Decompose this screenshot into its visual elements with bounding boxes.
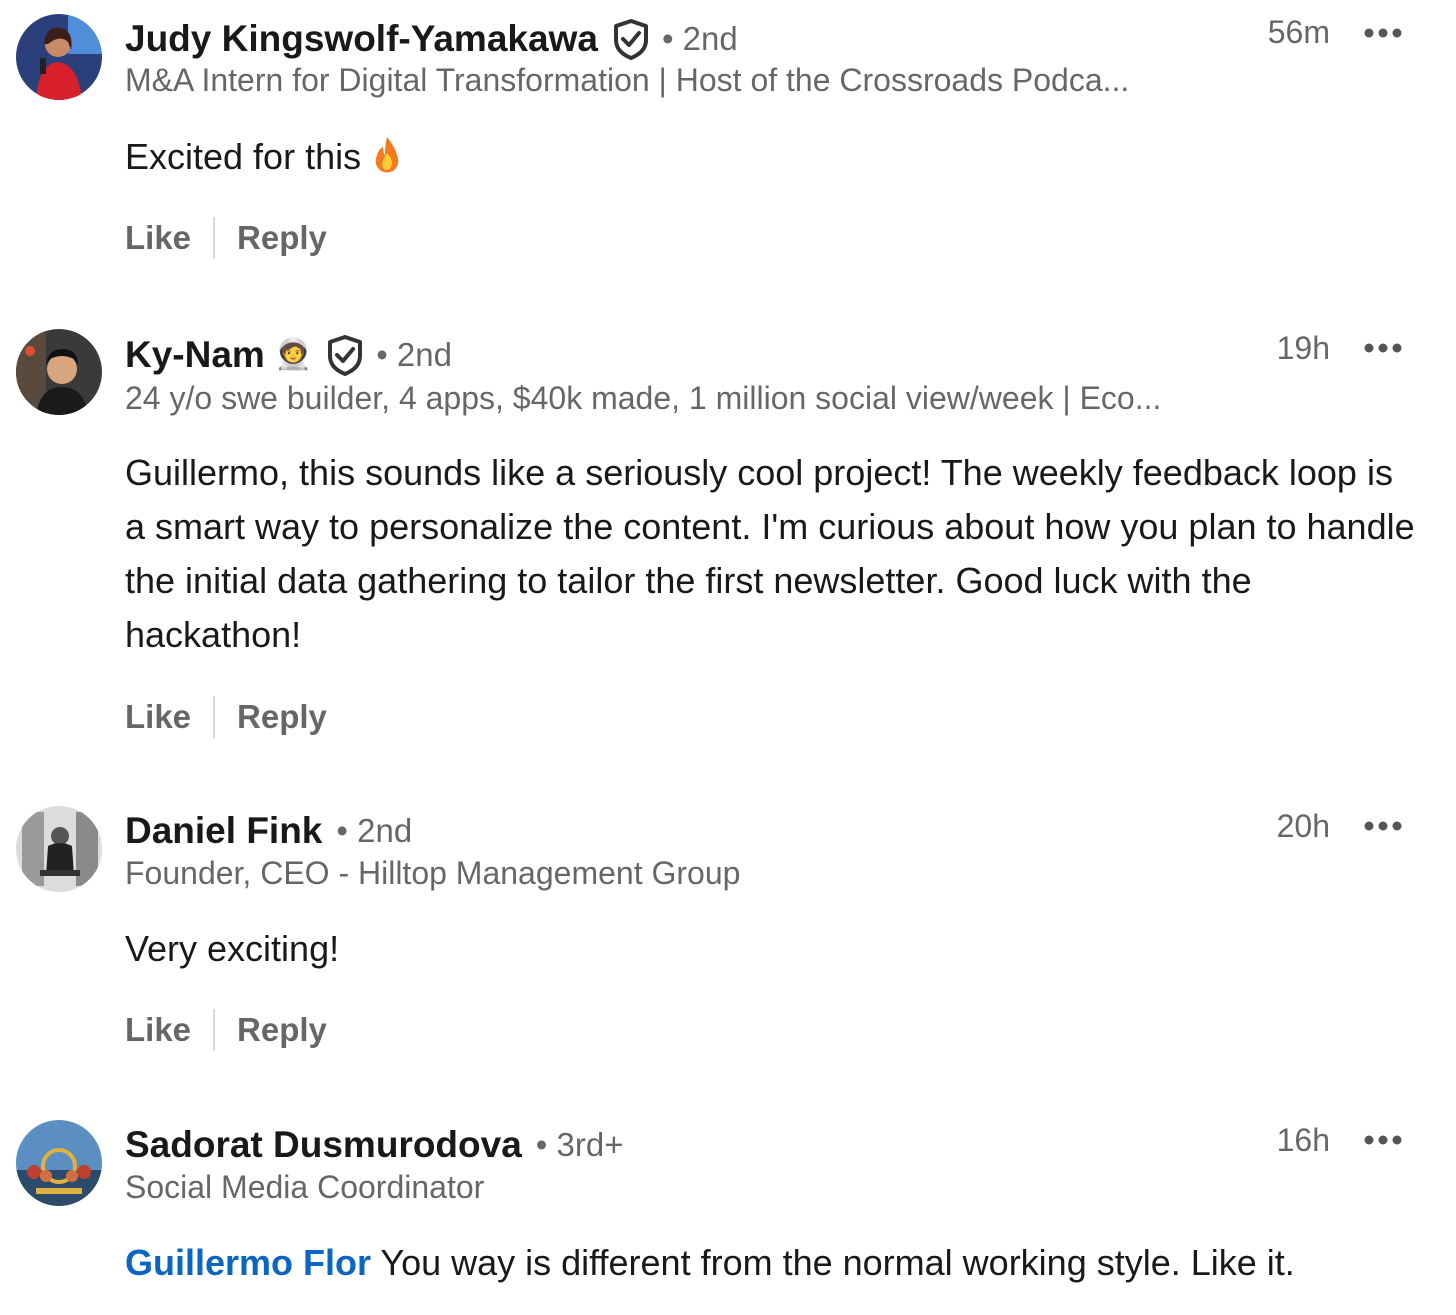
comment-time: 56m — [1267, 14, 1330, 50]
reply-button[interactable]: Reply — [237, 698, 327, 736]
author-name[interactable]: Daniel Fink — [125, 810, 322, 852]
author-headline: Founder, CEO - Hilltop Management Group — [125, 855, 741, 891]
connection-degree: • 2nd — [376, 336, 452, 373]
comment-actions: Like Reply — [125, 216, 327, 260]
connection-degree: • 3rd+ — [535, 1126, 624, 1163]
comment-text: Excited for this — [125, 130, 1415, 184]
avatar[interactable] — [16, 329, 102, 415]
connection-degree: • 2nd — [336, 812, 413, 849]
reply-button[interactable]: Reply — [237, 219, 327, 257]
action-divider — [213, 1009, 216, 1051]
comment-actions: Like Reply — [125, 695, 327, 739]
astronaut-emoji-icon: 🧑‍🚀 — [274, 338, 313, 371]
avatar-image — [16, 806, 102, 892]
author-name[interactable]: Sadorat Dusmurodova — [125, 1124, 522, 1166]
avatar-image — [16, 1120, 102, 1206]
action-divider — [213, 217, 216, 259]
verified-icon — [326, 334, 364, 376]
comment-time: 16h — [1276, 1122, 1330, 1158]
reply-button[interactable]: Reply — [237, 1011, 327, 1049]
comment-text: Very exciting! — [125, 928, 340, 969]
comment-text-content: Excited for this — [125, 136, 362, 177]
like-button[interactable]: Like — [125, 698, 191, 736]
avatar[interactable] — [16, 806, 102, 892]
mention-link[interactable]: Guillermo Flor — [125, 1242, 371, 1283]
comment-time: 20h — [1276, 808, 1330, 844]
action-divider — [213, 696, 216, 738]
fire-icon — [371, 135, 403, 173]
comment-time: 19h — [1276, 330, 1330, 366]
more-options-icon[interactable] — [1362, 341, 1404, 355]
comment-actions: Like Reply — [125, 1008, 327, 1052]
verified-icon — [612, 18, 650, 60]
author-headline: Social Media Coordinator — [125, 1169, 485, 1205]
comment-text: Guillermo, this sounds like a seriously … — [125, 452, 1415, 655]
comment-text: Guillermo Flor You way is different from… — [125, 1236, 1415, 1290]
avatar-image — [16, 329, 102, 415]
connection-degree: • 2nd — [661, 20, 738, 57]
avatar[interactable] — [16, 1120, 102, 1206]
like-button[interactable]: Like — [125, 219, 191, 257]
author-headline: M&A Intern for Digital Transformation | … — [125, 62, 1130, 98]
more-options-icon[interactable] — [1362, 819, 1404, 833]
author-name[interactable]: Judy Kingswolf-Yamakawa — [125, 18, 598, 60]
comment-text-content: You way is different from the normal wor… — [371, 1242, 1295, 1283]
author-name[interactable]: Ky-Nam — [125, 334, 265, 376]
like-button[interactable]: Like — [125, 1011, 191, 1049]
more-options-icon[interactable] — [1362, 1133, 1404, 1147]
more-options-icon[interactable] — [1362, 26, 1404, 40]
avatar-image — [16, 14, 102, 100]
avatar[interactable] — [16, 14, 102, 100]
author-headline: 24 y/o swe builder, 4 apps, $40k made, 1… — [125, 380, 1162, 416]
